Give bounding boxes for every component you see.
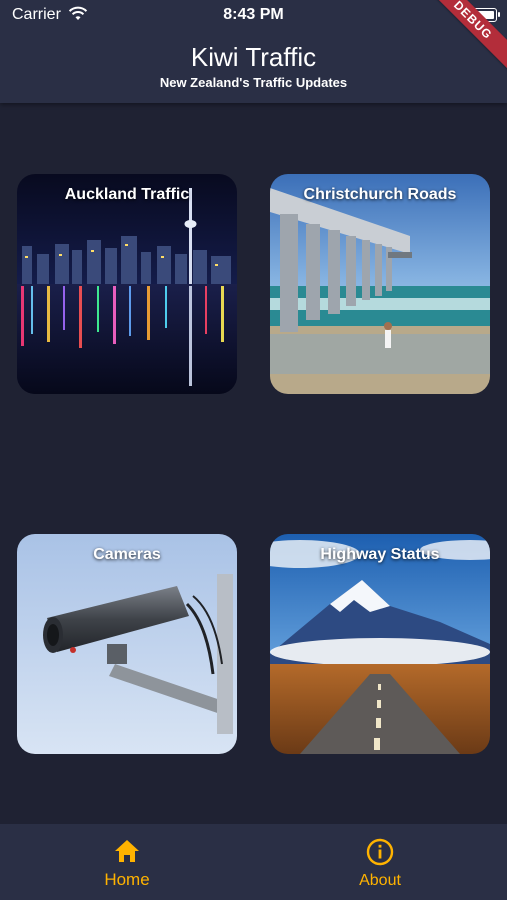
auckland-skyline-image <box>17 174 237 394</box>
tile-christchurch-roads[interactable]: Christchurch Roads <box>270 174 490 394</box>
nav-home[interactable]: Home <box>57 824 197 900</box>
tile-highway-status[interactable]: Highway Status <box>270 534 490 754</box>
tile-label: Auckland Traffic <box>64 186 190 203</box>
tile-label: Highway Status <box>320 546 440 563</box>
info-icon <box>366 838 394 866</box>
clock: 8:43 PM <box>223 6 284 23</box>
nav-about-label: About <box>359 872 401 889</box>
tile-label: Christchurch Roads <box>303 186 457 203</box>
status-bar: Carrier 8:43 PM <box>0 0 507 30</box>
christchurch-pier-image <box>270 174 490 394</box>
page-title: Kiwi Traffic <box>190 42 317 72</box>
nav-about[interactable]: About <box>310 824 450 900</box>
tile-auckland-traffic[interactable]: Auckland Traffic <box>17 174 237 394</box>
bottom-navigation: Home About <box>0 824 507 900</box>
app-bar: Carrier 8:43 PM Kiwi Traffic New Zealand… <box>0 0 507 103</box>
home-icon <box>115 840 139 862</box>
page-subtitle: New Zealand's Traffic Updates <box>159 75 348 90</box>
security-camera-image <box>17 534 237 754</box>
tile-cameras[interactable]: Cameras <box>17 534 237 754</box>
mountain-highway-image <box>270 534 490 754</box>
tile-label: Cameras <box>93 546 161 563</box>
nav-home-label: Home <box>104 870 150 889</box>
